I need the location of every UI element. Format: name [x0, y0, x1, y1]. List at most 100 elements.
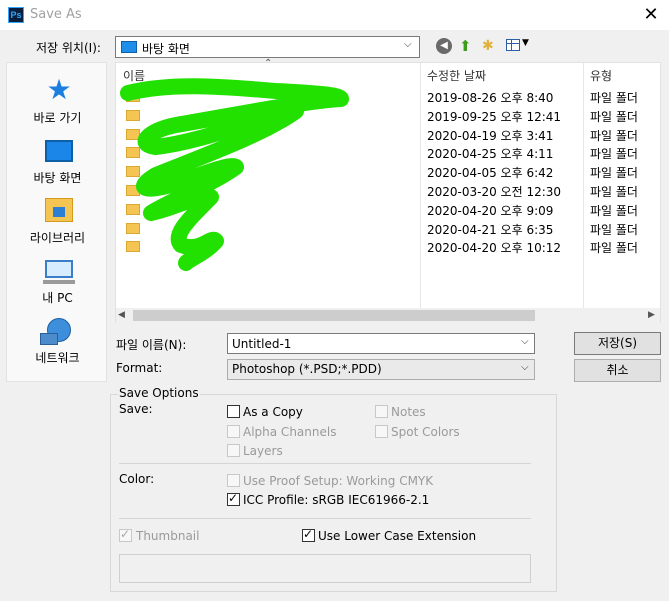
horizontal-scrollbar[interactable]: ◀ ▶ [116, 308, 660, 323]
places-sidebar: ★ 바로 가기 바탕 화면 라이브러리 내 PC 네트워크 [6, 62, 107, 382]
column-header-name[interactable]: 이름 [123, 67, 145, 84]
desktop-icon [45, 140, 73, 162]
as-a-copy-label[interactable]: As a Copy [243, 405, 303, 419]
photoshop-app-icon: Ps [8, 7, 24, 23]
table-row[interactable]: 2020-04-21 오후 6:35 파일 폴더 [116, 221, 662, 240]
table-row[interactable]: 2020-03-20 오전 12:30 파일 폴더 [116, 183, 662, 202]
save-location-dropdown[interactable]: 바탕 화면 ⌵ [115, 36, 420, 58]
file-name-input[interactable] [228, 334, 516, 353]
libraries-icon [45, 198, 73, 222]
table-row[interactable]: 2020-04-20 오후 9:09 파일 폴더 [116, 202, 662, 221]
close-icon[interactable]: ✕ [636, 3, 666, 27]
row-type: 파일 폴더 [590, 185, 638, 199]
table-row[interactable]: 2020-04-05 오후 6:42 파일 폴더 [116, 164, 662, 183]
window-title: Save As [30, 7, 82, 22]
lower-case-extension-checkbox[interactable] [302, 527, 315, 542]
sidebar-item-label: 바로 가기 [33, 111, 82, 125]
sidebar-item-label: 네트워크 [35, 351, 80, 365]
row-type: 파일 폴더 [590, 109, 638, 124]
spot-colors-label: Spot Colors [391, 425, 460, 439]
table-row[interactable]: 2020-04-25 오후 4:11 파일 폴더 [116, 145, 662, 164]
quick-access-star-icon: ★ [46, 73, 72, 106]
row-date: 2020-03-20 오전 12:30 [427, 185, 562, 199]
warning-message-area [119, 554, 531, 583]
table-row[interactable]: 2019-09-25 오후 12:41 파일 폴더 [116, 108, 662, 127]
column-header-date[interactable]: 수정한 날짜 [427, 67, 486, 84]
format-label: Format: [116, 361, 163, 375]
sort-caret-icon: ⌃ [264, 58, 273, 69]
row-type: 파일 폴더 [590, 128, 638, 143]
spot-colors-checkbox [375, 425, 388, 438]
table-row[interactable]: 2020-04-20 오후 10:12 파일 폴더 [116, 239, 662, 258]
file-name-combo[interactable]: ⌵ [227, 333, 535, 354]
folder-icon [126, 147, 140, 159]
format-select[interactable]: Photoshop (*.PSD;*.PDD) ⌵ [227, 359, 535, 380]
row-date: 2020-04-25 오후 4:11 [427, 147, 554, 162]
save-location-value: 바탕 화면 [142, 42, 190, 56]
chevron-down-icon: ⌵ [404, 39, 412, 50]
sidebar-item-this-pc[interactable]: 내 PC [7, 248, 108, 308]
row-date: 2020-04-05 오후 6:42 [427, 166, 554, 181]
chevron-down-icon[interactable]: ⌵ [521, 336, 529, 347]
layers-checkbox [227, 444, 240, 457]
column-header-type[interactable]: 유형 [590, 67, 612, 84]
icc-profile-label[interactable]: ICC Profile: sRGB IEC61966-2.1 [243, 493, 429, 507]
network-icon [40, 318, 71, 345]
save-button[interactable]: 저장(S) [574, 332, 661, 355]
title-bar [0, 0, 669, 30]
scroll-right-icon[interactable]: ▶ [648, 308, 655, 323]
notes-label: Notes [391, 405, 426, 419]
row-date: 2020-04-19 오후 3:41 [427, 128, 554, 143]
notes-checkbox [375, 405, 388, 418]
save-options-title: Save Options [118, 386, 200, 400]
sidebar-item-quick-access[interactable]: ★ 바로 가기 [7, 68, 108, 128]
new-folder-icon[interactable]: ✱ [482, 37, 500, 55]
scroll-left-icon[interactable]: ◀ [118, 308, 125, 323]
use-proof-setup-label: Use Proof Setup: Working CMYK [243, 474, 434, 488]
color-label: Color: [119, 472, 155, 486]
sidebar-item-network[interactable]: 네트워크 [7, 308, 108, 368]
folder-icon [126, 222, 140, 234]
sidebar-item-label: 라이브러리 [29, 231, 86, 245]
up-folder-icon[interactable]: ⬆ [459, 37, 475, 55]
table-row[interactable]: 2019-08-26 오후 8:40 파일 폴더 [116, 89, 662, 108]
save-location-label: 저장 위치(I): [36, 41, 101, 55]
thumbnail-label: Thumbnail [136, 529, 200, 543]
scrollbar-thumb[interactable] [133, 310, 535, 321]
thumbnail-checkbox [119, 527, 132, 542]
row-type: 파일 폴더 [590, 147, 638, 162]
file-name-label: 파일 이름(N): [116, 338, 187, 352]
row-date: 2020-04-21 오후 6:35 [427, 222, 554, 237]
layers-label: Layers [243, 444, 283, 458]
file-list[interactable]: ⌃ 이름 수정한 날짜 유형 2019-08-26 오후 8:40 파일 폴더 … [115, 58, 662, 323]
alpha-channels-checkbox [227, 425, 240, 438]
computer-icon [43, 260, 75, 284]
table-row[interactable]: 2020-04-19 오후 3:41 파일 폴더 [116, 127, 662, 146]
format-value: Photoshop (*.PSD;*.PDD) [232, 362, 382, 376]
divider [119, 518, 531, 519]
desktop-folder-icon [121, 41, 137, 53]
sidebar-item-label: 내 PC [42, 291, 73, 305]
as-a-copy-checkbox[interactable] [227, 405, 240, 418]
save-label: Save: [119, 402, 153, 416]
view-menu-button[interactable]: ▼ [506, 38, 530, 54]
row-type: 파일 폴더 [590, 203, 638, 218]
sidebar-item-libraries[interactable]: 라이브러리 [7, 188, 108, 248]
row-date: 2019-09-25 오후 12:41 [427, 109, 562, 124]
cancel-button[interactable]: 취소 [574, 359, 661, 382]
back-arrow-icon[interactable]: ◀ [436, 38, 452, 54]
row-date: 2019-08-26 오후 8:40 [427, 91, 554, 105]
use-proof-setup-checkbox [227, 474, 240, 487]
chevron-down-icon: ⌵ [521, 362, 529, 373]
row-date: 2020-04-20 오후 9:09 [427, 203, 554, 218]
row-type: 파일 폴더 [590, 241, 638, 256]
alpha-channels-label: Alpha Channels [243, 425, 337, 439]
folder-icon [126, 128, 140, 140]
sidebar-item-label: 바탕 화면 [33, 171, 82, 185]
folder-icon [126, 203, 140, 215]
lower-case-extension-label[interactable]: Use Lower Case Extension [318, 529, 476, 543]
icc-profile-checkbox[interactable] [227, 491, 240, 506]
sidebar-item-desktop[interactable]: 바탕 화면 [7, 128, 108, 188]
folder-icon [126, 109, 140, 121]
caret-down-icon: ▼ [522, 38, 529, 48]
